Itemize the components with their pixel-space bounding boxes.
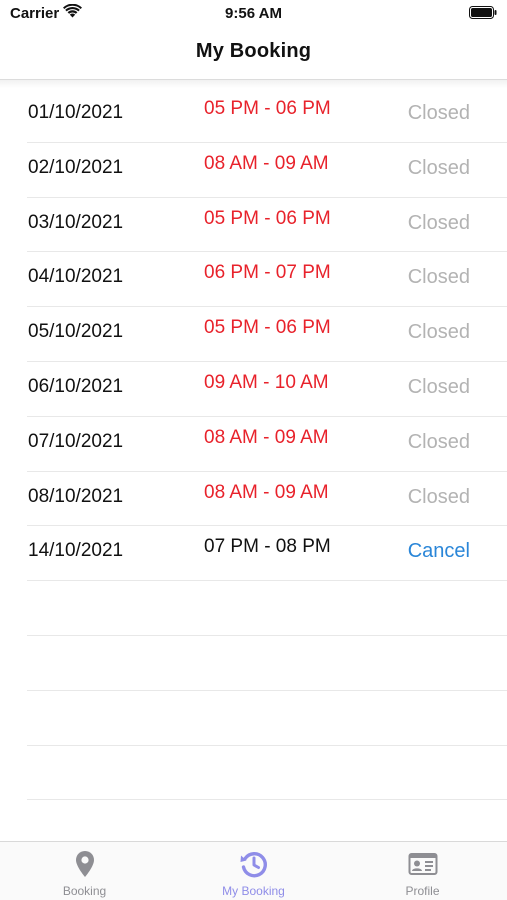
empty-table-row xyxy=(27,746,507,801)
booking-date: 08/10/2021 xyxy=(28,485,124,507)
booking-date: 03/10/2021 xyxy=(28,211,124,233)
booking-time-slot: 05 PM - 06 PM xyxy=(204,207,331,229)
booking-row: 01/10/2021 05 PM - 06 PM Closed xyxy=(27,88,507,143)
booking-row: 06/10/2021 09 AM - 10 AM Closed xyxy=(27,362,507,417)
booking-date: 14/10/2021 xyxy=(28,540,124,562)
booking-date: 07/10/2021 xyxy=(28,430,124,452)
status-bar: Carrier 9:56 AM xyxy=(0,0,507,28)
tab-booking[interactable]: Booking xyxy=(0,842,169,900)
booking-time-slot: 08 AM - 09 AM xyxy=(204,426,329,448)
nav-divider xyxy=(0,80,507,88)
booking-status-closed: Closed xyxy=(407,430,470,453)
booking-row: 04/10/2021 06 PM - 07 PM Closed xyxy=(27,252,507,308)
cancel-booking-button[interactable]: Cancel xyxy=(408,540,470,563)
booking-table: 01/10/2021 05 PM - 06 PM Closed 02/10/20… xyxy=(0,88,507,856)
battery-icon xyxy=(469,6,497,19)
booking-status-closed: Closed xyxy=(407,211,470,234)
booking-status-closed: Closed xyxy=(407,156,470,179)
id-card-icon xyxy=(408,853,437,875)
booking-row: 03/10/2021 05 PM - 06 PM Closed xyxy=(27,198,507,253)
booking-row: 02/10/2021 08 AM - 09 AM Closed xyxy=(27,143,507,198)
tab-profile[interactable]: Profile xyxy=(338,842,507,900)
booking-row: 05/10/2021 05 PM - 06 PM Closed xyxy=(27,307,507,362)
navigation-bar: My Booking xyxy=(0,28,507,80)
status-time: 9:56 AM xyxy=(225,5,282,22)
screen: Carrier 9:56 AM My Booking 01/10/2021 05… xyxy=(0,0,507,900)
booking-time-slot: 09 AM - 10 AM xyxy=(204,371,329,393)
booking-time-slot: 08 AM - 09 AM xyxy=(204,481,329,503)
history-clock-icon xyxy=(240,852,267,878)
empty-table-row xyxy=(27,636,507,691)
tab-my-booking[interactable]: My Booking xyxy=(169,842,338,900)
booking-date: 04/10/2021 xyxy=(28,266,124,288)
booking-row: 14/10/2021 07 PM - 08 PM Cancel xyxy=(27,526,507,582)
empty-table-row xyxy=(27,691,507,746)
booking-date: 02/10/2021 xyxy=(28,156,124,178)
tab-my-booking-label: My Booking xyxy=(222,884,285,898)
booking-date: 01/10/2021 xyxy=(28,102,124,123)
booking-date: 06/10/2021 xyxy=(28,375,124,397)
booking-status-closed: Closed xyxy=(407,375,470,398)
booking-status-closed: Closed xyxy=(407,102,470,124)
booking-time-slot: 07 PM - 08 PM xyxy=(204,536,331,558)
booking-status-closed: Closed xyxy=(407,321,470,344)
booking-row: 08/10/2021 08 AM - 09 AM Closed xyxy=(27,472,507,527)
booking-time-slot: 05 PM - 06 PM xyxy=(204,98,331,119)
booking-status-closed: Closed xyxy=(407,485,470,508)
booking-time-slot: 08 AM - 09 AM xyxy=(204,152,329,174)
empty-table-row xyxy=(27,581,507,636)
tab-bar: Booking My Booking Profile xyxy=(0,841,507,900)
booking-date: 05/10/2021 xyxy=(28,321,124,343)
booking-time-slot: 05 PM - 06 PM xyxy=(204,317,331,339)
page-title: My Booking xyxy=(195,40,312,62)
tab-booking-label: Booking xyxy=(62,884,107,898)
booking-status-closed: Closed xyxy=(407,266,470,289)
location-pin-icon xyxy=(75,851,94,877)
booking-row: 07/10/2021 08 AM - 09 AM Closed xyxy=(27,417,507,472)
tab-profile-label: Profile xyxy=(405,884,440,898)
booking-time-slot: 06 PM - 07 PM xyxy=(204,262,331,284)
